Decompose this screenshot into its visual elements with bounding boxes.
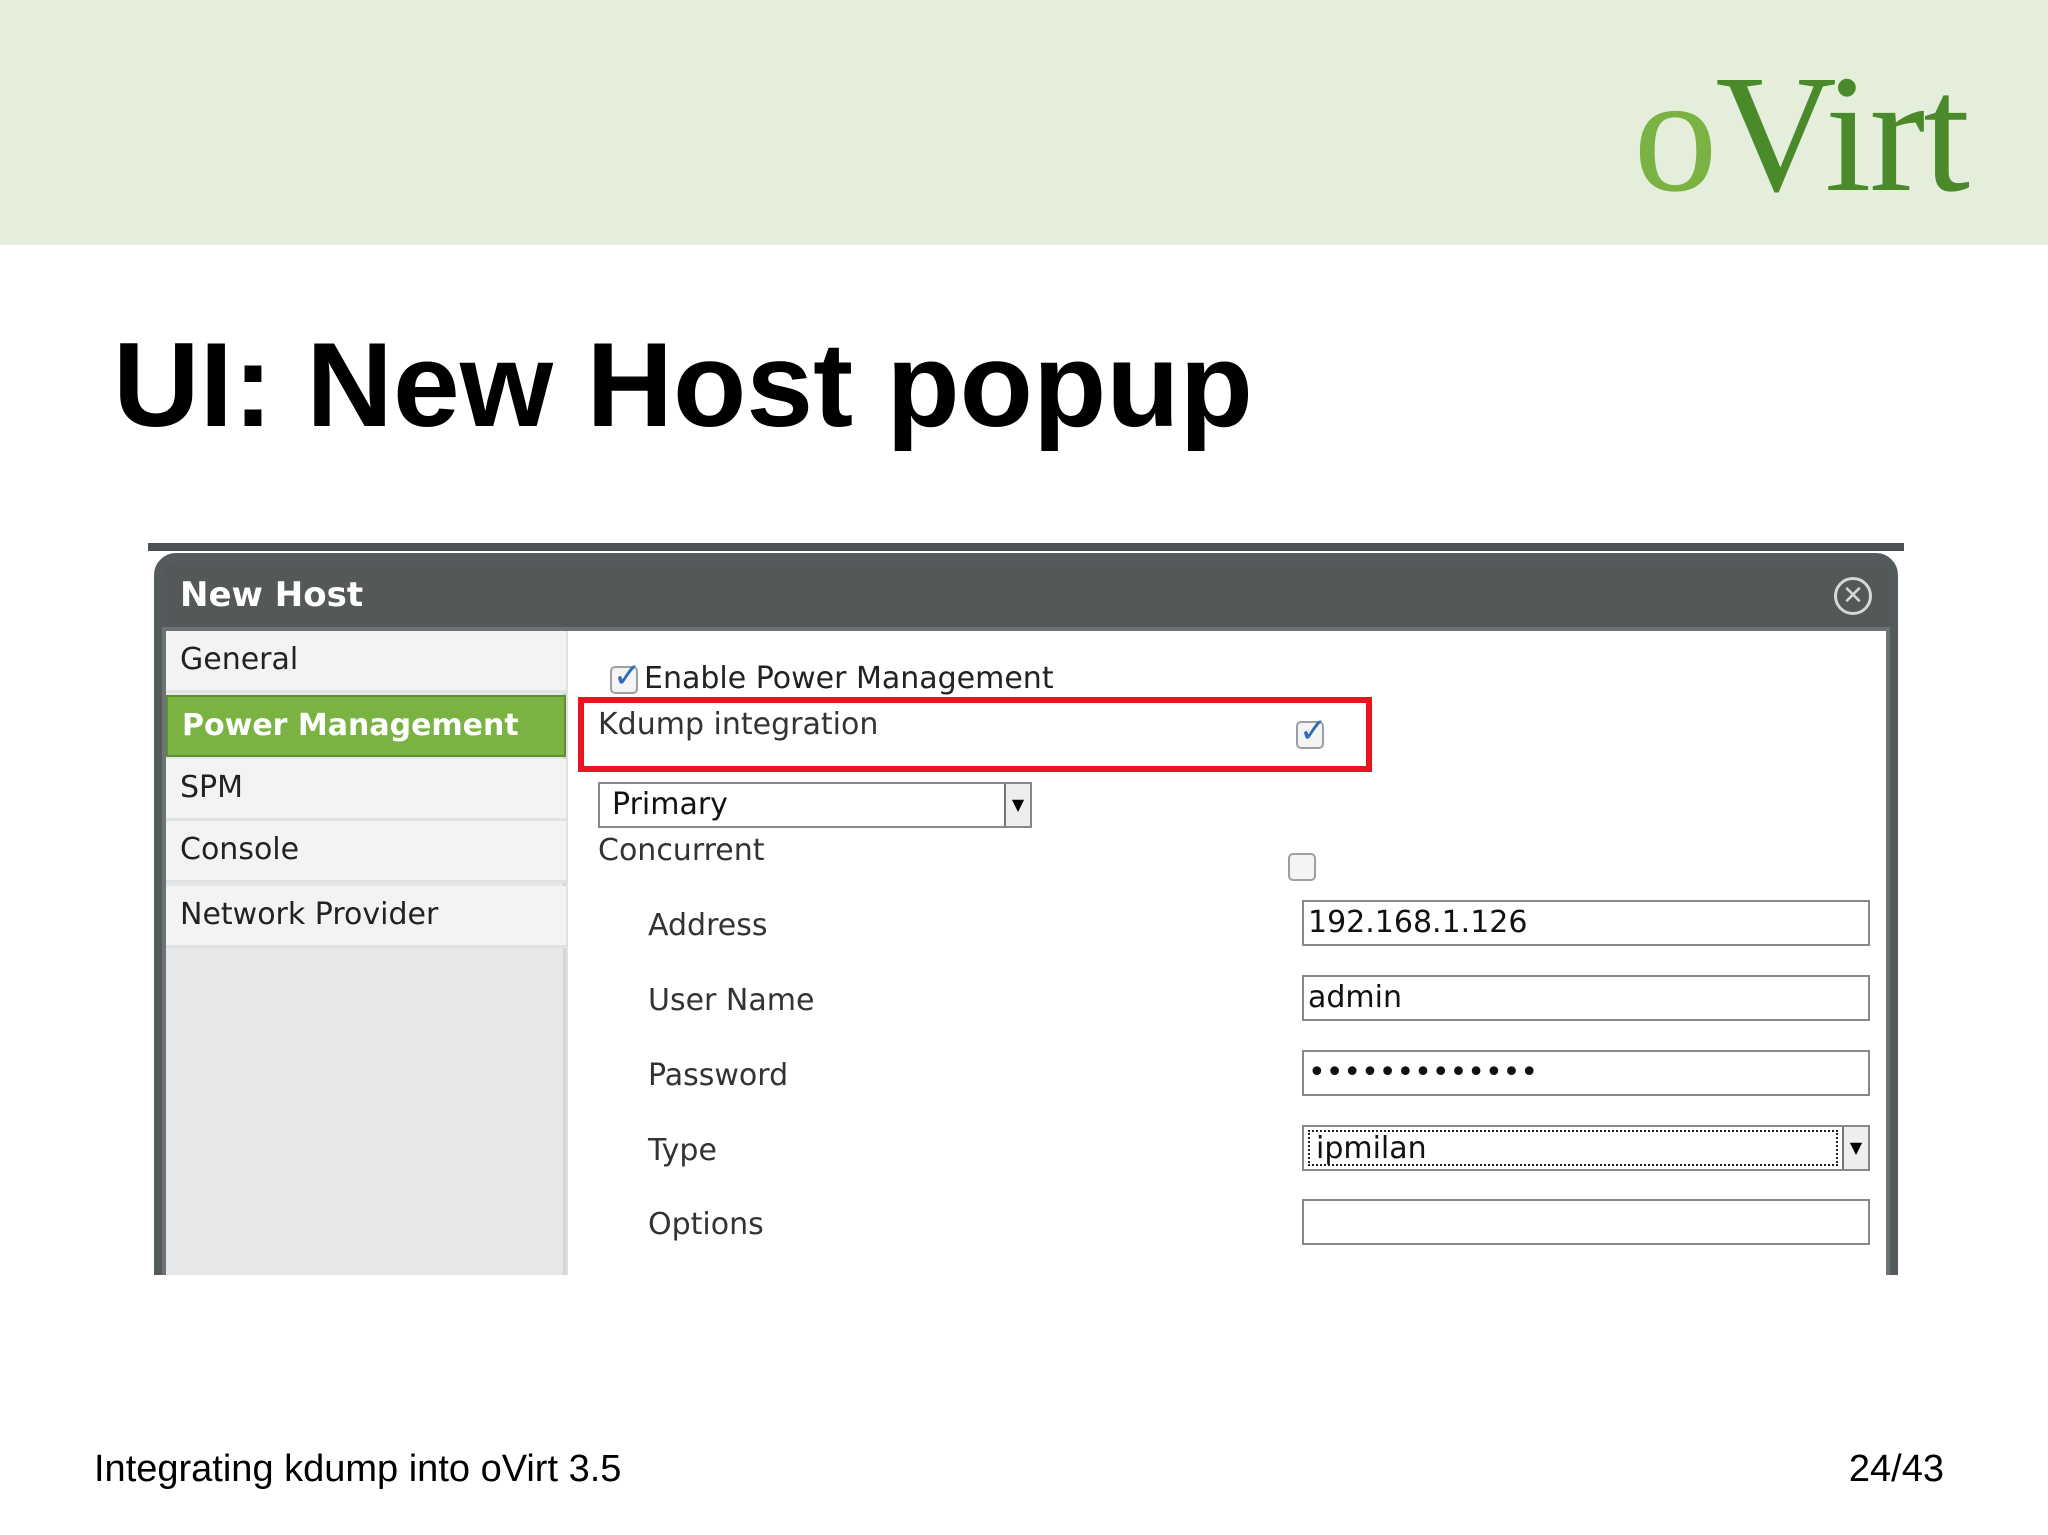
kdump-integration-label: Kdump integration (598, 707, 879, 742)
new-host-dialog: New Host ✕ General Power Management SPM … (154, 553, 1898, 1275)
chevron-down-icon: ▼ (1842, 1127, 1868, 1169)
sidebar-item-network-provider[interactable]: Network Provider (166, 886, 566, 948)
sidebar-item-spm[interactable]: SPM (166, 759, 566, 821)
footer-text: Integrating kdump into oVirt 3.5 (94, 1448, 622, 1490)
power-management-form: ✓ Enable Power Management Kdump integrat… (566, 631, 1886, 1275)
concurrent-label: Concurrent (598, 833, 765, 868)
ovirt-logo: oVirt (1633, 50, 1970, 218)
logo-o: o (1633, 41, 1717, 227)
checkmark-icon: ✓ (1299, 711, 1328, 751)
sidebar-item-general[interactable]: General (166, 631, 566, 693)
user-name-input[interactable]: admin (1302, 975, 1870, 1021)
sidebar-item-console[interactable]: Console (166, 821, 566, 883)
dialog-title: New Host (180, 575, 364, 615)
screenshot-frame: New Host ✕ General Power Management SPM … (148, 543, 1904, 1275)
enable-power-management-checkbox[interactable]: ✓ (610, 656, 642, 696)
close-icon[interactable]: ✕ (1834, 577, 1872, 615)
chevron-down-icon: ▼ (1004, 784, 1030, 826)
type-select-value: ipmilan (1308, 1130, 1838, 1166)
user-name-label: User Name (648, 983, 815, 1018)
screenshot-top-strip (148, 543, 1904, 551)
options-input[interactable] (1302, 1199, 1870, 1245)
slide-title: UI: New Host popup (113, 318, 1253, 452)
password-label: Password (648, 1058, 789, 1093)
header-banner: oVirt (0, 0, 2048, 245)
dialog-sidebar: General Power Management SPM Console Net… (166, 631, 566, 1275)
page-number: 24/43 (1848, 1448, 1944, 1490)
concurrent-checkbox[interactable] (1288, 853, 1316, 881)
sidebar-item-power-management[interactable]: Power Management (166, 695, 566, 757)
dialog-body: General Power Management SPM Console Net… (166, 631, 1886, 1275)
password-input[interactable]: ••••••••••••• (1302, 1050, 1870, 1096)
logo-virt: Virt (1715, 41, 1970, 227)
dialog-header: New Host ✕ (162, 561, 1890, 627)
type-select[interactable]: ipmilan ▼ (1302, 1125, 1870, 1171)
checkmark-icon: ✓ (613, 656, 642, 696)
kdump-integration-checkbox[interactable]: ✓ (1296, 711, 1328, 751)
type-label: Type (648, 1133, 717, 1168)
address-input[interactable]: 192.168.1.126 (1302, 900, 1870, 946)
agent-order-select[interactable]: Primary ▼ (598, 782, 1032, 828)
options-label: Options (648, 1207, 764, 1242)
enable-power-management-label: Enable Power Management (644, 661, 1054, 696)
address-label: Address (648, 908, 768, 943)
agent-order-value: Primary (612, 787, 728, 822)
